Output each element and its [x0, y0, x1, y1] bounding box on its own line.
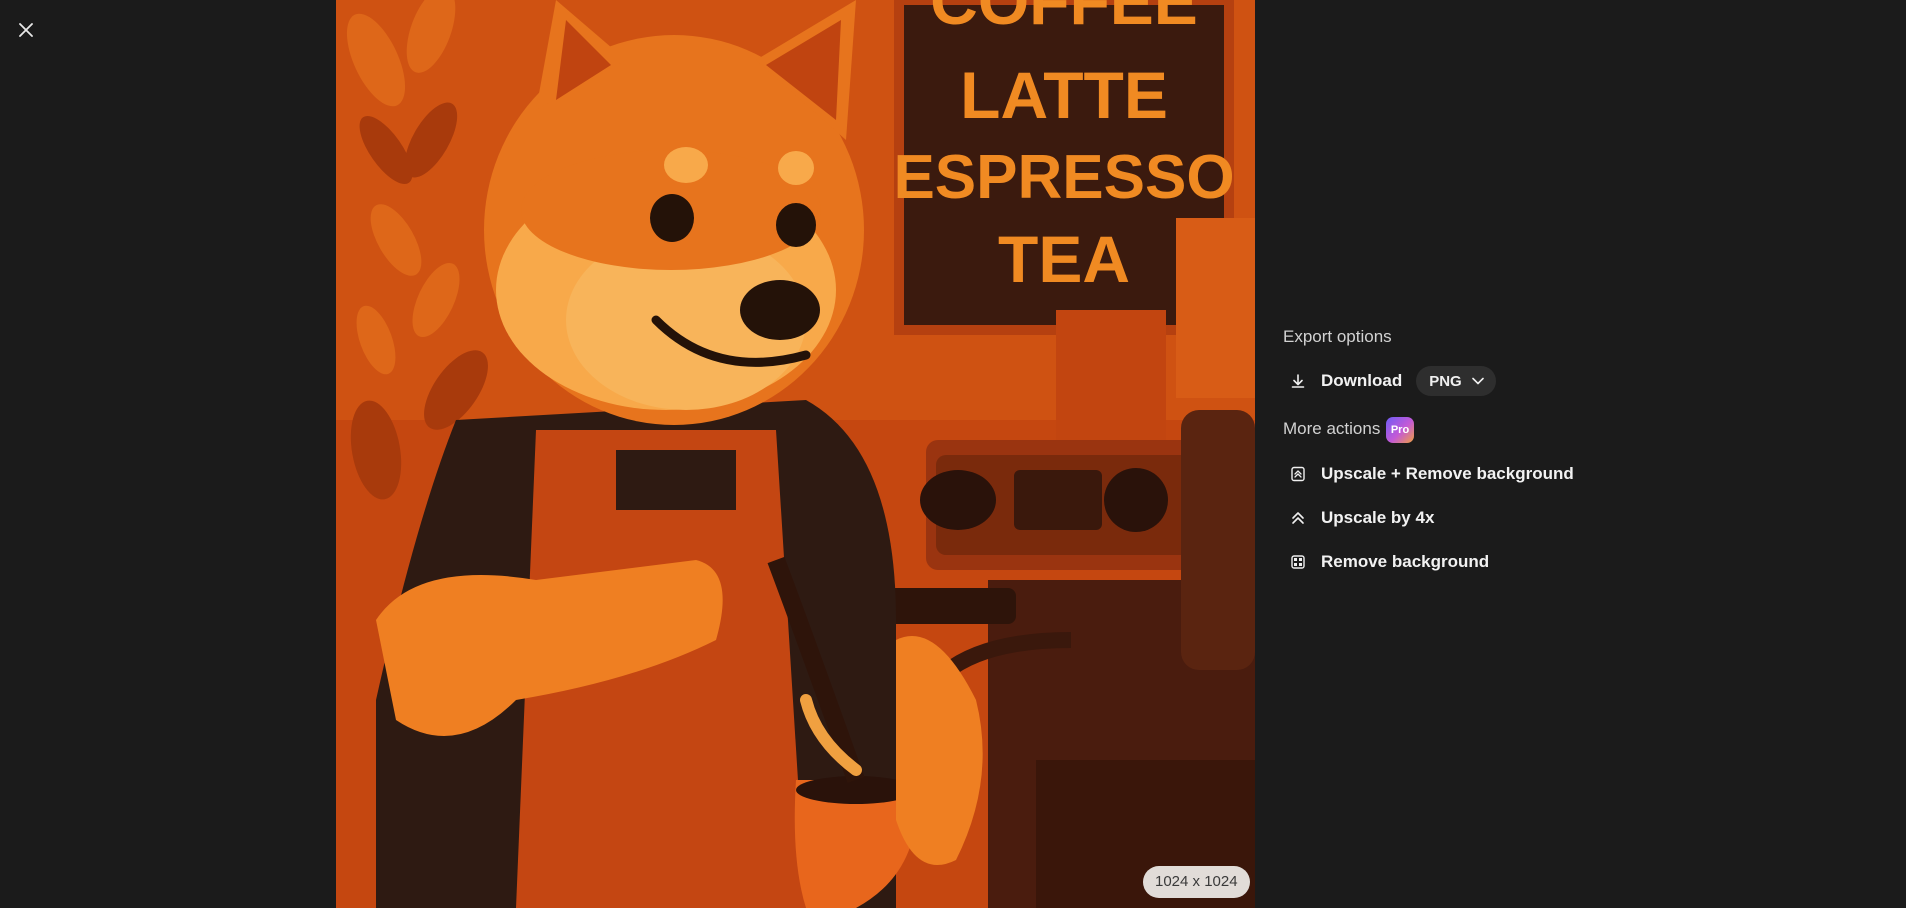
remove-bg-icon [1289, 553, 1307, 571]
format-dropdown[interactable]: PNG [1416, 366, 1496, 396]
remove-background-button[interactable]: Remove background [1283, 547, 1580, 577]
menu-line: ESPRESSO [893, 143, 1234, 212]
close-button[interactable] [14, 18, 38, 42]
image-viewer: COFFEE LATTE ESPRESSO TEA 1024 x 1024 Ex… [0, 0, 1906, 908]
menu-line: COFFEE [930, 0, 1198, 38]
action-label: Upscale by 4x [1321, 508, 1435, 527]
more-actions-title: More actions [1283, 419, 1381, 438]
chevron-down-icon [1471, 377, 1484, 385]
image-illustration: COFFEE LATTE ESPRESSO TEA [336, 0, 1255, 908]
upscale-remove-bg-icon [1289, 465, 1307, 483]
generated-image: COFFEE LATTE ESPRESSO TEA [336, 0, 1255, 908]
image-dimensions-badge: 1024 x 1024 [1143, 866, 1250, 898]
download-button[interactable]: Download [1283, 366, 1408, 396]
upscale-by-4x-button[interactable]: Upscale by 4x [1283, 503, 1580, 533]
menu-line: LATTE [960, 58, 1168, 132]
action-label: Upscale + Remove background [1321, 464, 1574, 483]
download-label: Download [1321, 371, 1403, 390]
menu-line: TEA [998, 222, 1130, 296]
action-label: Remove background [1321, 552, 1490, 571]
close-icon [19, 23, 33, 37]
format-value: PNG [1429, 372, 1462, 390]
more-actions-list: Upscale + Remove background Upscale by 4… [1283, 459, 1580, 591]
upscale-remove-background-button[interactable]: Upscale + Remove background [1283, 459, 1580, 489]
pro-badge: Pro [1386, 417, 1414, 443]
export-panel: Export options Download PNG More actions… [1283, 0, 1683, 908]
download-icon [1289, 372, 1307, 390]
download-row: Download PNG [1283, 366, 1496, 396]
upscale-icon [1289, 509, 1307, 527]
export-options-title: Export options [1283, 327, 1392, 346]
